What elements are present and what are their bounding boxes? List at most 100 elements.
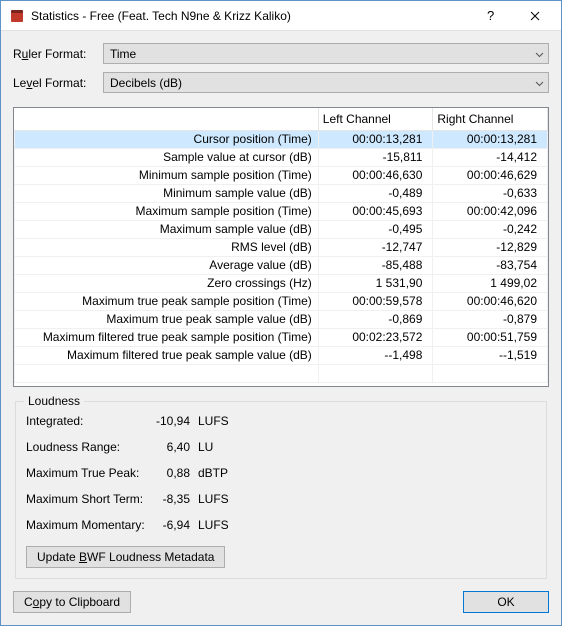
column-header-left[interactable]: Left Channel bbox=[318, 108, 433, 130]
level-format-label: Level Format: bbox=[13, 76, 103, 90]
stat-left-value: -12,747 bbox=[318, 238, 433, 256]
stat-left-value: -0,869 bbox=[318, 310, 433, 328]
update-bwf-button[interactable]: Update BWF Loudness Metadata bbox=[26, 546, 225, 568]
close-button[interactable] bbox=[512, 2, 557, 30]
table-row[interactable]: Minimum sample position (Time)00:00:46,6… bbox=[15, 166, 548, 184]
loudness-label: Maximum Momentary: bbox=[26, 518, 146, 532]
app-icon bbox=[9, 8, 25, 24]
level-format-dropdown[interactable]: Decibels (dB) bbox=[103, 72, 549, 93]
stat-description: Maximum sample value (dB) bbox=[15, 220, 319, 238]
loudness-title: Loudness bbox=[24, 394, 84, 408]
table-row[interactable]: Minimum sample value (dB)-0,489-0,633 bbox=[15, 184, 548, 202]
chevron-down-icon bbox=[535, 76, 544, 90]
statistics-table[interactable]: Left Channel Right Channel Cursor positi… bbox=[14, 108, 548, 383]
stat-left-value: -15,811 bbox=[318, 148, 433, 166]
stat-left-value: 00:00:13,281 bbox=[318, 130, 433, 148]
stat-left-value: -85,488 bbox=[318, 256, 433, 274]
ok-button[interactable]: OK bbox=[463, 591, 549, 613]
stat-description: Maximum filtered true peak sample value … bbox=[15, 346, 319, 364]
dialog-footer: Copy to Clipboard OK bbox=[13, 591, 549, 613]
loudness-value: -6,94 bbox=[146, 518, 190, 532]
stat-description: Maximum sample position (Time) bbox=[15, 202, 319, 220]
stat-right-value: 00:00:51,759 bbox=[433, 328, 548, 346]
svg-text:?: ? bbox=[487, 9, 494, 23]
stat-description: Minimum sample value (dB) bbox=[15, 184, 319, 202]
stat-description: Zero crossings (Hz) bbox=[15, 274, 319, 292]
stat-description: Sample value at cursor (dB) bbox=[15, 148, 319, 166]
stat-left-value: 00:00:46,630 bbox=[318, 166, 433, 184]
table-row[interactable]: Maximum sample position (Time)00:00:45,6… bbox=[15, 202, 548, 220]
table-row[interactable]: Maximum true peak sample value (dB)-0,86… bbox=[15, 310, 548, 328]
stat-description: Maximum true peak sample position (Time) bbox=[15, 292, 319, 310]
client-area: Ruler Format: Time Level Format: Decibel… bbox=[1, 31, 561, 625]
stat-right-value: 00:00:13,281 bbox=[433, 130, 548, 148]
stat-left-value: 00:00:45,693 bbox=[318, 202, 433, 220]
ruler-format-row: Ruler Format: Time bbox=[13, 43, 549, 64]
stat-description: Average value (dB) bbox=[15, 256, 319, 274]
table-row[interactable]: Maximum sample value (dB)-0,495-0,242 bbox=[15, 220, 548, 238]
stat-right-value: 00:00:42,096 bbox=[433, 202, 548, 220]
stat-description: Maximum true peak sample value (dB) bbox=[15, 310, 319, 328]
stat-right-value: -0,879 bbox=[433, 310, 548, 328]
stat-right-value: 00:00:46,629 bbox=[433, 166, 548, 184]
stat-description: Minimum sample position (Time) bbox=[15, 166, 319, 184]
loudness-value: 0,88 bbox=[146, 466, 190, 480]
table-row[interactable]: RMS level (dB)-12,747-12,829 bbox=[15, 238, 548, 256]
table-row[interactable]: Zero crossings (Hz)1 531,901 499,02 bbox=[15, 274, 548, 292]
loudness-group: Loudness Integrated:-10,94LUFSLoudness R… bbox=[15, 401, 547, 579]
loudness-unit: LU bbox=[198, 440, 213, 454]
loudness-unit: LUFS bbox=[198, 414, 229, 428]
copy-to-clipboard-button[interactable]: Copy to Clipboard bbox=[13, 591, 131, 613]
titlebar: Statistics - Free (Feat. Tech N9ne & Kri… bbox=[1, 1, 561, 31]
ruler-format-label: Ruler Format: bbox=[13, 47, 103, 61]
stat-right-value: 00:00:46,620 bbox=[433, 292, 548, 310]
ruler-format-value: Time bbox=[110, 47, 136, 61]
loudness-label: Maximum True Peak: bbox=[26, 466, 146, 480]
loudness-value: -10,94 bbox=[146, 414, 190, 428]
stat-description: RMS level (dB) bbox=[15, 238, 319, 256]
loudness-row: Maximum True Peak:0,88 dBTP bbox=[26, 460, 536, 486]
stat-right-value: -83,754 bbox=[433, 256, 548, 274]
stat-right-value: 1 499,02 bbox=[433, 274, 548, 292]
stat-left-value: 00:02:23,572 bbox=[318, 328, 433, 346]
loudness-row: Loudness Range:6,40 LU bbox=[26, 434, 536, 460]
stat-right-value: --1,519 bbox=[433, 346, 548, 364]
stat-right-value: -12,829 bbox=[433, 238, 548, 256]
stat-description: Maximum filtered true peak sample positi… bbox=[15, 328, 319, 346]
stat-description: Cursor position (Time) bbox=[15, 130, 319, 148]
table-row[interactable]: Maximum true peak sample position (Time)… bbox=[15, 292, 548, 310]
window-title: Statistics - Free (Feat. Tech N9ne & Kri… bbox=[31, 9, 467, 23]
loudness-value: -8,35 bbox=[146, 492, 190, 506]
loudness-unit: LUFS bbox=[198, 492, 229, 506]
table-row bbox=[15, 364, 548, 382]
stat-right-value: -0,633 bbox=[433, 184, 548, 202]
stat-right-value: -0,242 bbox=[433, 220, 548, 238]
loudness-unit: LUFS bbox=[198, 518, 229, 532]
column-header-blank[interactable] bbox=[15, 108, 319, 130]
loudness-label: Loudness Range: bbox=[26, 440, 146, 454]
loudness-row: Maximum Momentary:-6,94 LUFS bbox=[26, 512, 536, 538]
loudness-row: Integrated:-10,94 LUFS bbox=[26, 408, 536, 434]
level-format-value: Decibels (dB) bbox=[110, 76, 182, 90]
table-row[interactable]: Cursor position (Time)00:00:13,28100:00:… bbox=[15, 130, 548, 148]
help-button[interactable]: ? bbox=[467, 2, 512, 30]
loudness-value: 6,40 bbox=[146, 440, 190, 454]
statistics-dialog: Statistics - Free (Feat. Tech N9ne & Kri… bbox=[0, 0, 562, 626]
loudness-label: Integrated: bbox=[26, 414, 146, 428]
stat-left-value: -0,489 bbox=[318, 184, 433, 202]
loudness-label: Maximum Short Term: bbox=[26, 492, 146, 506]
chevron-down-icon bbox=[535, 47, 544, 61]
table-row[interactable]: Maximum filtered true peak sample positi… bbox=[15, 328, 548, 346]
level-format-row: Level Format: Decibels (dB) bbox=[13, 72, 549, 93]
table-row[interactable]: Maximum filtered true peak sample value … bbox=[15, 346, 548, 364]
stat-left-value: 00:00:59,578 bbox=[318, 292, 433, 310]
table-row[interactable]: Average value (dB)-85,488-83,754 bbox=[15, 256, 548, 274]
table-row[interactable]: Sample value at cursor (dB)-15,811-14,41… bbox=[15, 148, 548, 166]
loudness-unit: dBTP bbox=[198, 466, 228, 480]
ruler-format-dropdown[interactable]: Time bbox=[103, 43, 549, 64]
column-header-right[interactable]: Right Channel bbox=[433, 108, 548, 130]
loudness-row: Maximum Short Term:-8,35 LUFS bbox=[26, 486, 536, 512]
statistics-table-container: Left Channel Right Channel Cursor positi… bbox=[13, 107, 549, 387]
stat-left-value: -0,495 bbox=[318, 220, 433, 238]
stat-left-value: --1,498 bbox=[318, 346, 433, 364]
